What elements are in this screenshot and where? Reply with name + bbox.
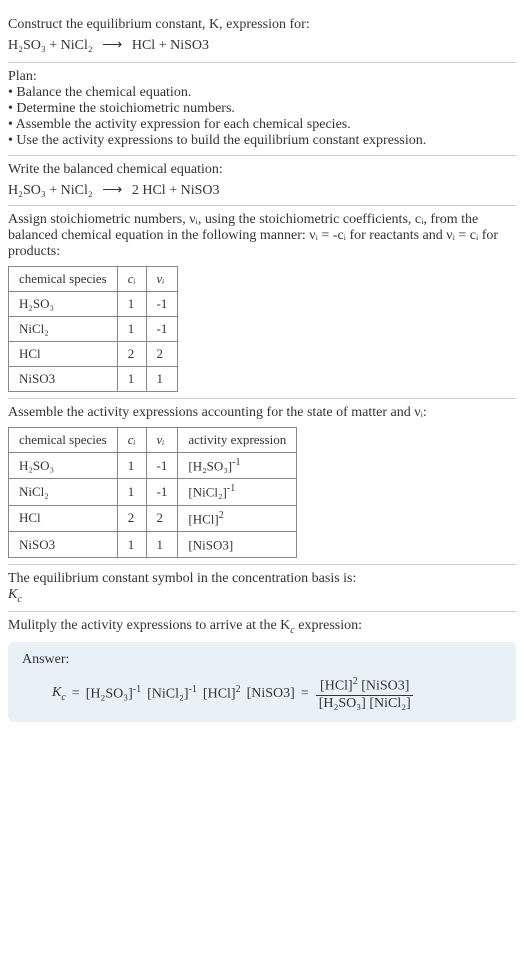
table-row: HCl 2 2	[9, 342, 178, 367]
stoich-intro: Assign stoichiometric numbers, νᵢ, using…	[8, 212, 516, 260]
activity-cell: [NiCl₂]-1	[178, 479, 297, 505]
species-cell: H₂SO₃	[9, 453, 118, 479]
plan-item: • Use the activity expressions to build …	[8, 133, 516, 149]
fraction: [HCl]2 [NiSO3] [H₂SO₃] [NiCl₂]	[315, 676, 415, 712]
col-activity: activity expression	[178, 428, 297, 453]
ci-cell: 1	[117, 531, 146, 557]
vi-cell: 2	[146, 505, 178, 531]
arrow-icon: ⟶	[102, 183, 122, 198]
table-header-row: chemical species cᵢ νᵢ	[9, 267, 178, 292]
activity-cell: [NiSO3]	[178, 531, 297, 557]
ci-cell: 2	[117, 505, 146, 531]
plan-heading: Plan:	[8, 69, 516, 85]
col-species: chemical species	[9, 428, 118, 453]
table-row: H₂SO₃ 1 -1 [H₂SO₃]-1	[9, 453, 297, 479]
table-row: HCl 2 2 [HCl]2	[9, 505, 297, 531]
vi-cell: -1	[146, 317, 178, 342]
equation-lhs: H₂SO₃ + NiCl₂	[8, 38, 93, 53]
vi-cell: 1	[146, 531, 178, 557]
denominator: [H₂SO₃] [NiCl₂]	[315, 696, 415, 712]
question-prompt: Construct the equilibrium constant, K, e…	[8, 14, 516, 56]
numerator: [HCl]2 [NiSO3]	[316, 676, 413, 696]
ci-cell: 1	[117, 453, 146, 479]
multiply-intro: Mulitply the activity expressions to arr…	[8, 618, 516, 636]
table-row: H₂SO₃ 1 -1	[9, 292, 178, 317]
activity-section: Assemble the activity expressions accoun…	[8, 399, 516, 565]
species-cell: NiCl₂	[9, 479, 118, 505]
ci-cell: 1	[117, 479, 146, 505]
vi-cell: -1	[146, 479, 178, 505]
ci-cell: 1	[117, 292, 146, 317]
answer-section: Mulitply the activity expressions to arr…	[8, 612, 516, 727]
term2: [NiCl₂]-1	[147, 684, 197, 703]
equals: =	[301, 686, 309, 702]
col-vi: νᵢ	[146, 267, 178, 292]
species-cell: NiCl₂	[9, 317, 118, 342]
plan-section: Plan: • Balance the chemical equation. •…	[8, 63, 516, 156]
term1: [H₂SO₃]-1	[86, 684, 141, 703]
kc-expression: Kc = [H₂SO₃]-1 [NiCl₂]-1 [HCl]2 [NiSO3] …	[52, 676, 502, 712]
ci-cell: 1	[117, 317, 146, 342]
balanced-rhs: 2 HCl + NiSO3	[132, 183, 220, 198]
answer-box: Answer: Kc = [H₂SO₃]-1 [NiCl₂]-1 [HCl]2 …	[8, 642, 516, 722]
kc-lhs: Kc	[52, 685, 66, 703]
plan-item: • Determine the stoichiometric numbers.	[8, 101, 516, 117]
vi-cell: 1	[146, 367, 178, 392]
species-cell: HCl	[9, 342, 118, 367]
species-cell: HCl	[9, 505, 118, 531]
activity-cell: [H₂SO₃]-1	[178, 453, 297, 479]
term4: [NiSO3]	[247, 686, 295, 702]
species-cell: NiSO3	[9, 531, 118, 557]
equation-rhs: HCl + NiSO3	[132, 38, 209, 53]
prompt-text: Construct the equilibrium constant, K, e…	[8, 17, 310, 32]
table-row: NiCl₂ 1 -1	[9, 317, 178, 342]
activity-table: chemical species cᵢ νᵢ activity expressi…	[8, 427, 297, 558]
col-ci: cᵢ	[117, 267, 146, 292]
kc-symbol: Kc	[8, 587, 516, 605]
ci-cell: 1	[117, 367, 146, 392]
balanced-lhs: H₂SO₃ + NiCl₂	[8, 183, 93, 198]
table-row: NiSO3 1 1	[9, 367, 178, 392]
stoich-table: chemical species cᵢ νᵢ H₂SO₃ 1 -1 NiCl₂ …	[8, 266, 178, 392]
stoich-section: Assign stoichiometric numbers, νᵢ, using…	[8, 206, 516, 399]
table-header-row: chemical species cᵢ νᵢ activity expressi…	[9, 428, 297, 453]
answer-label: Answer:	[22, 652, 502, 668]
term3: [HCl]2	[203, 684, 241, 703]
activity-intro: Assemble the activity expressions accoun…	[8, 405, 516, 421]
col-ci: cᵢ	[117, 428, 146, 453]
kc-symbol-section: The equilibrium constant symbol in the c…	[8, 565, 516, 612]
question-section: Construct the equilibrium constant, K, e…	[8, 8, 516, 63]
col-vi: νᵢ	[146, 428, 178, 453]
plan-item: • Assemble the activity expression for e…	[8, 117, 516, 133]
equals: =	[72, 686, 80, 702]
col-species: chemical species	[9, 267, 118, 292]
balanced-heading: Write the balanced chemical equation:	[8, 162, 516, 178]
kc-symbol-intro: The equilibrium constant symbol in the c…	[8, 571, 516, 587]
vi-cell: 2	[146, 342, 178, 367]
ci-cell: 2	[117, 342, 146, 367]
species-cell: H₂SO₃	[9, 292, 118, 317]
arrow-icon: ⟶	[102, 38, 122, 53]
vi-cell: -1	[146, 453, 178, 479]
balanced-section: Write the balanced chemical equation: H₂…	[8, 156, 516, 206]
activity-cell: [HCl]2	[178, 505, 297, 531]
table-row: NiCl₂ 1 -1 [NiCl₂]-1	[9, 479, 297, 505]
species-cell: NiSO3	[9, 367, 118, 392]
plan-item: • Balance the chemical equation.	[8, 85, 516, 101]
vi-cell: -1	[146, 292, 178, 317]
balanced-equation: H₂SO₃ + NiCl₂ ⟶ 2 HCl + NiSO3	[8, 182, 516, 199]
table-row: NiSO3 1 1 [NiSO3]	[9, 531, 297, 557]
